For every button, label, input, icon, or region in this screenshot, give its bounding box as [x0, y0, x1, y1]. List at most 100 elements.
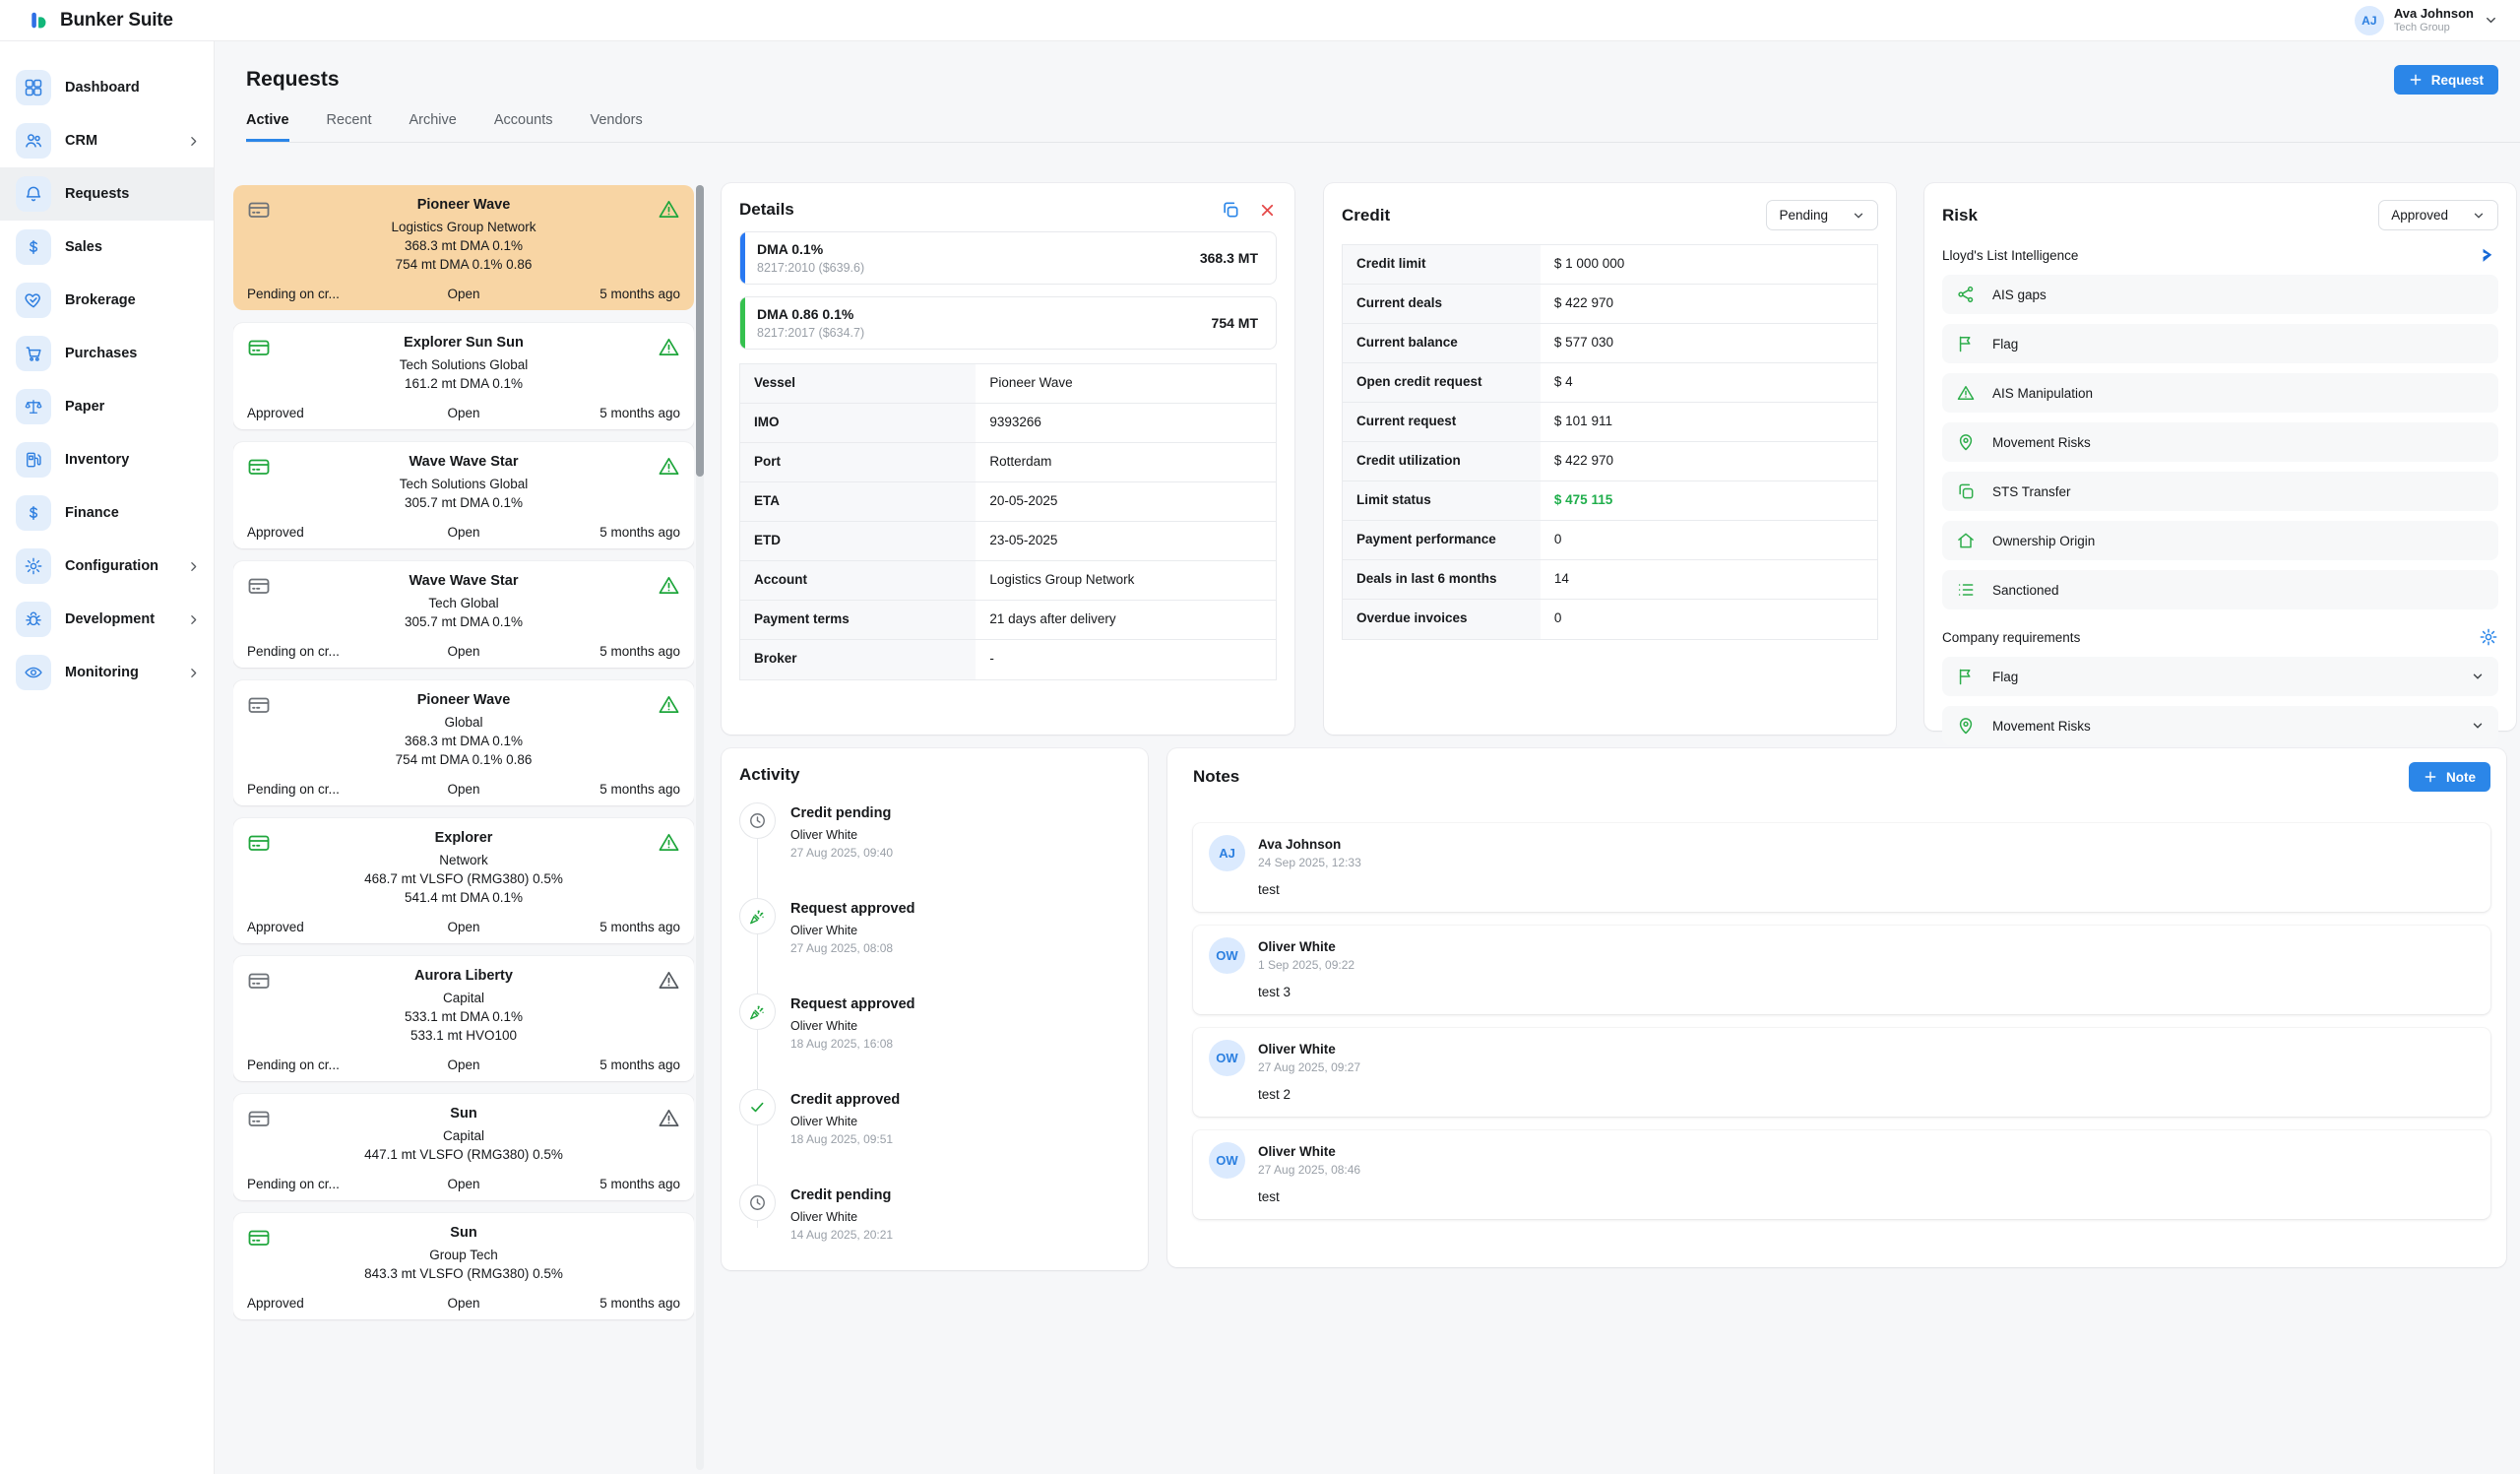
risk-check-ownership-origin: Ownership Origin [1942, 521, 2498, 560]
request-card[interactable]: Wave Wave Star Tech Global 305.7 mt DMA … [233, 561, 694, 668]
activity-item: Request approved Oliver White 27 Aug 202… [739, 898, 1130, 993]
product-line: 468.7 mt VLSFO (RMG380) 0.5% [277, 871, 651, 886]
request-card[interactable]: Explorer Sun Sun Tech Solutions Global 1… [233, 323, 694, 429]
sidebar-item-dashboard[interactable]: Dashboard [0, 61, 214, 114]
status-text: Approved [247, 920, 447, 934]
request-card[interactable]: Pioneer Wave Global 368.3 mt DMA 0.1% 75… [233, 680, 694, 805]
credit-card-icon [247, 1105, 277, 1130]
list-scrollbar[interactable] [696, 185, 704, 1470]
sidebar-item-development[interactable]: Development [0, 593, 214, 646]
warning-triangle-icon [658, 453, 680, 478]
tab-archive[interactable]: Archive [409, 112, 456, 142]
sidebar-item-crm[interactable]: CRM [0, 114, 214, 167]
credit-status-select[interactable]: Pending [1766, 200, 1878, 230]
sidebar-item-inventory[interactable]: Inventory [0, 433, 214, 486]
request-card[interactable]: Sun Capital 447.1 mt VLSFO (RMG380) 0.5%… [233, 1094, 694, 1200]
request-card[interactable]: Explorer Network 468.7 mt VLSFO (RMG380)… [233, 818, 694, 943]
tab-recent[interactable]: Recent [327, 112, 372, 142]
user-avatar: AJ [2355, 6, 2384, 35]
account-name: Capital [277, 991, 651, 1005]
users-icon [16, 123, 51, 159]
activity-panel: Activity Credit pending Oliver White 27 … [722, 748, 1148, 1270]
location-pin-icon [1956, 716, 1976, 736]
request-card[interactable]: Aurora Liberty Capital 533.1 mt DMA 0.1%… [233, 956, 694, 1081]
sidebar-item-brokerage[interactable]: Brokerage [0, 274, 214, 327]
notes-panel: Notes Note AJ Ava Johnson 24 Sep 2025, 1… [1167, 748, 2506, 1267]
sidebar-item-sales[interactable]: Sales [0, 221, 214, 274]
vessel-name: Pioneer Wave [277, 196, 651, 213]
sidebar-item-monitoring[interactable]: Monitoring [0, 646, 214, 699]
state-text: Open [447, 406, 479, 420]
sidebar-item-paper[interactable]: Paper [0, 380, 214, 433]
sidebar-item-configuration[interactable]: Configuration [0, 540, 214, 593]
risk-check-label: STS Transfer [1992, 484, 2071, 499]
user-org: Tech Group [2394, 22, 2474, 34]
plus-icon [2424, 770, 2437, 784]
close-icon[interactable] [1258, 201, 1277, 220]
risk-check-label: AIS Manipulation [1992, 386, 2093, 401]
risk-status-select[interactable]: Approved [2378, 200, 2498, 230]
request-card[interactable]: Pioneer Wave Logistics Group Network 368… [233, 185, 694, 310]
gear-icon[interactable] [2479, 627, 2498, 647]
activity-item: Credit pending Oliver White 27 Aug 2025,… [739, 802, 1130, 898]
account-name: Network [277, 853, 651, 867]
product-line: 161.2 mt DMA 0.1% [277, 376, 651, 391]
table-row: Credit utilization$ 422 970 [1343, 442, 1877, 481]
tab-accounts[interactable]: Accounts [494, 112, 553, 142]
table-row: PortRotterdam [740, 443, 1276, 482]
credit-status-value: Pending [1779, 208, 1828, 223]
add-note-button[interactable]: Note [2409, 762, 2490, 792]
vessel-name: Wave Wave Star [277, 572, 651, 589]
table-row: Current deals$ 422 970 [1343, 285, 1877, 324]
warning-triangle-icon [658, 967, 680, 992]
sidebar-item-finance[interactable]: Finance [0, 486, 214, 540]
user-menu[interactable]: AJ Ava Johnson Tech Group [2355, 6, 2498, 35]
vessel-name: Wave Wave Star [277, 453, 651, 470]
scrollbar-thumb[interactable] [696, 185, 704, 477]
activity-item: Credit approved Oliver White 18 Aug 2025… [739, 1089, 1130, 1185]
add-request-button[interactable]: Request [2394, 65, 2498, 95]
request-card[interactable]: Wave Wave Star Tech Solutions Global 305… [233, 442, 694, 548]
tab-active[interactable]: Active [246, 112, 289, 142]
note-item: OW Oliver White 27 Aug 2025, 08:46 test [1193, 1130, 2490, 1219]
sidebar-item-label: Finance [65, 505, 119, 521]
tab-vendors[interactable]: Vendors [591, 112, 643, 142]
details-title: Details [739, 200, 794, 220]
company-check-movement-risks[interactable]: Movement Risks [1942, 706, 2498, 745]
home-icon [1956, 531, 1976, 550]
avatar: OW [1209, 1040, 1245, 1076]
chevron-right-icon [187, 560, 200, 573]
product-line: 754 mt DMA 0.1% 0.86 [277, 257, 651, 272]
user-name: Ava Johnson [2394, 7, 2474, 22]
chevron-down-icon [2471, 719, 2485, 733]
company-check-flag[interactable]: Flag [1942, 657, 2498, 696]
notes-title: Notes [1193, 767, 1239, 787]
time-text: 5 months ago [480, 920, 680, 934]
dollar-icon [16, 495, 51, 531]
warning-triangle-icon [658, 334, 680, 358]
main-content: Requests Request Active Recent Archive A… [215, 41, 2520, 1474]
check-icon [739, 1089, 776, 1125]
tab-bar: Active Recent Archive Accounts Vendors [246, 112, 2520, 143]
risk-panel: Risk Approved Lloyd's List Intelligence … [1924, 183, 2516, 731]
table-row: Deals in last 6 months14 [1343, 560, 1877, 600]
bell-icon [16, 176, 51, 212]
request-card[interactable]: Sun Group Tech 843.3 mt VLSFO (RMG380) 0… [233, 1213, 694, 1319]
add-request-label: Request [2431, 73, 2484, 88]
product-line: 447.1 mt VLSFO (RMG380) 0.5% [277, 1147, 651, 1162]
product-line: 843.3 mt VLSFO (RMG380) 0.5% [277, 1266, 651, 1281]
chevron-down-icon [2472, 209, 2486, 223]
state-text: Open [447, 287, 479, 301]
sidebar-item-label: Brokerage [65, 292, 136, 308]
topbar: Bunker Suite AJ Ava Johnson Tech Group [0, 0, 2520, 41]
copy-icon[interactable] [1221, 200, 1240, 220]
state-text: Open [447, 525, 479, 540]
table-row: AccountLogistics Group Network [740, 561, 1276, 601]
risk-check-label: Movement Risks [1992, 435, 2091, 450]
product-line: 533.1 mt DMA 0.1% [277, 1009, 651, 1024]
activity-item: Request approved Oliver White 18 Aug 202… [739, 993, 1130, 1089]
sidebar-item-purchases[interactable]: Purchases [0, 327, 214, 380]
table-row: Open credit request$ 4 [1343, 363, 1877, 403]
product-line: 305.7 mt DMA 0.1% [277, 495, 651, 510]
sidebar-item-requests[interactable]: Requests [0, 167, 214, 221]
